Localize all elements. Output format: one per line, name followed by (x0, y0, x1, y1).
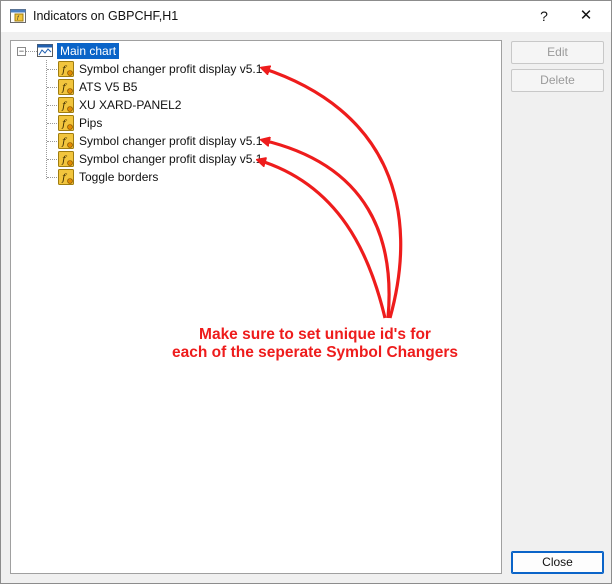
tree-connector (46, 60, 47, 179)
tree-item-label: Symbol changer profit display v5.1 (79, 134, 263, 148)
annotation-line: each of the seperate Symbol Changers (172, 344, 458, 361)
window-close-button[interactable]: ✕ (571, 4, 601, 28)
tree-connector (47, 141, 57, 142)
delete-button[interactable]: Delete (511, 69, 604, 92)
tree-connector (47, 177, 57, 178)
chart-window-icon (37, 44, 53, 57)
tree-item-label: XU XARD-PANEL2 (79, 98, 182, 112)
tree-item-label: Symbol changer profit display v5.1 (79, 62, 263, 76)
tree-connector (47, 123, 57, 124)
indicators-dialog: f Indicators on GBPCHF,H1 ? ✕ − Main cha… (0, 0, 612, 584)
indicator-tree[interactable]: − Main chart f Symbol changer profit dis… (10, 40, 502, 574)
app-icon: f (10, 9, 26, 23)
tree-item-label: Symbol changer profit display v5.1 (79, 152, 263, 166)
title-bar: f Indicators on GBPCHF,H1 ? ✕ (1, 1, 611, 32)
tree-item-label: ATS V5 B5 (79, 80, 138, 94)
indicator-icon: f (58, 61, 74, 77)
tree-connector (47, 87, 57, 88)
tree-item-label: Toggle borders (79, 170, 159, 184)
annotation-line: Make sure to set unique id's for (199, 326, 431, 343)
close-button[interactable]: Close (511, 551, 604, 574)
window-title: Indicators on GBPCHF,H1 (33, 9, 179, 23)
indicator-icon: f (58, 151, 74, 167)
tree-connector (47, 69, 57, 70)
help-button[interactable]: ? (529, 4, 559, 28)
indicator-icon: f (58, 97, 74, 113)
tree-connector (47, 105, 57, 106)
tree-connector (26, 51, 37, 52)
tree-item-label: Pips (79, 116, 103, 130)
annotation-text: Make sure to set unique id's for each of… (150, 326, 480, 362)
edit-button[interactable]: Edit (511, 41, 604, 64)
indicator-icon: f (58, 115, 74, 131)
indicator-icon: f (58, 133, 74, 149)
indicator-icon: f (58, 169, 74, 185)
collapse-toggle[interactable]: − (17, 47, 26, 56)
tree-root-main-chart[interactable]: Main chart (57, 43, 120, 59)
indicator-icon: f (58, 79, 74, 95)
tree-connector (47, 159, 57, 160)
